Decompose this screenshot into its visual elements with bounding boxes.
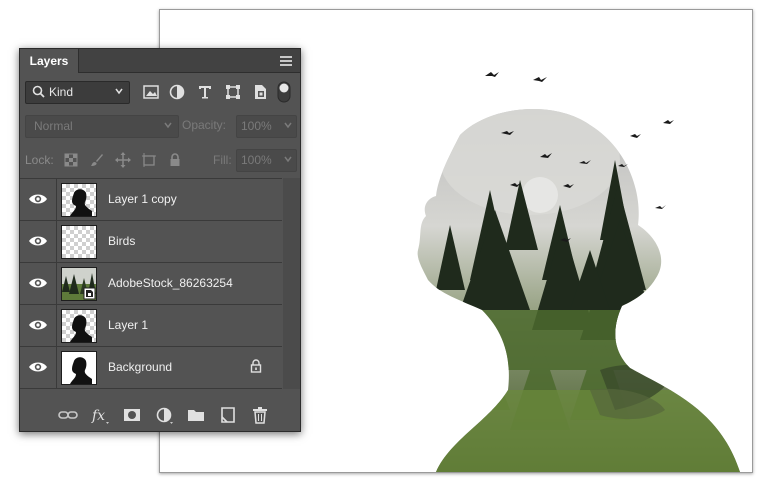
chevron-down-icon xyxy=(284,156,292,163)
filter-kind-select[interactable]: Kind xyxy=(25,81,130,104)
adjustment-layer-filter-icon[interactable] xyxy=(168,83,186,101)
lock-all-icon[interactable] xyxy=(167,152,183,168)
trash-icon[interactable] xyxy=(250,405,270,425)
filter-row: Kind xyxy=(25,81,295,104)
layer-thumbnail xyxy=(61,309,97,343)
layer-row[interactable]: Birds xyxy=(20,221,282,263)
layers-scrollbar[interactable] xyxy=(283,178,300,389)
lock-label: Lock: xyxy=(25,153,54,167)
lock-row: Lock: Fill: 100% xyxy=(25,149,297,172)
blend-mode-select[interactable]: Normal xyxy=(25,115,179,138)
eye-visibility-icon[interactable] xyxy=(28,318,48,332)
lock-image-pixels-icon[interactable] xyxy=(89,152,105,168)
layer-row[interactable]: Background xyxy=(20,347,282,389)
pixel-layer-filter-icon[interactable] xyxy=(142,83,160,101)
eye-visibility-icon[interactable] xyxy=(28,276,48,290)
adjustment-layer-icon[interactable] xyxy=(154,405,174,425)
shape-layer-filter-icon[interactable] xyxy=(224,83,242,101)
opacity-field[interactable]: 100% xyxy=(236,115,297,138)
layer-mask-icon[interactable] xyxy=(122,405,142,425)
blend-mode-value: Normal xyxy=(34,119,73,133)
layer-thumbnail xyxy=(61,351,97,385)
layer-thumbnail xyxy=(61,225,97,259)
layer-name: AdobeStock_86263254 xyxy=(108,276,233,290)
eye-visibility-icon[interactable] xyxy=(28,192,48,206)
panel-menu-icon[interactable] xyxy=(280,56,292,66)
eye-visibility-icon[interactable] xyxy=(28,360,48,374)
layer-thumbnail xyxy=(61,267,97,301)
layer-name: Layer 1 xyxy=(108,318,149,332)
new-group-icon[interactable] xyxy=(186,405,206,425)
layer-name: Layer 1 copy xyxy=(108,192,177,206)
search-icon xyxy=(32,85,45,98)
panel-tab-bar: Layers xyxy=(20,49,300,73)
layers-panel: Layers Kind Normal Opacity: 100% Lock: F… xyxy=(19,48,301,432)
chevron-down-icon xyxy=(164,122,172,129)
lock-transparent-pixels-icon[interactable] xyxy=(63,152,79,168)
layer-row[interactable]: Layer 1 xyxy=(20,305,282,347)
layer-row[interactable]: Layer 1 copy xyxy=(20,179,282,221)
link-layers-icon[interactable] xyxy=(58,405,78,425)
divider xyxy=(56,179,57,220)
fill-field[interactable]: 100% xyxy=(236,149,297,172)
smart-object-filter-icon[interactable] xyxy=(251,83,269,101)
layer-thumbnail xyxy=(61,183,97,217)
divider xyxy=(56,221,57,262)
layer-name: Background xyxy=(108,360,173,374)
divider xyxy=(56,305,57,346)
chevron-down-icon xyxy=(284,122,292,129)
lock-icon[interactable] xyxy=(250,359,262,373)
tab-layers[interactable]: Layers xyxy=(20,49,79,73)
divider xyxy=(56,263,57,304)
new-layer-icon[interactable] xyxy=(218,405,238,425)
panel-footer: fx xyxy=(20,399,300,431)
fill-label: Fill: xyxy=(213,153,232,167)
layer-name: Birds xyxy=(108,234,136,248)
chevron-down-icon xyxy=(115,88,123,95)
layers-list: Layer 1 copy Birds AdobeStock_86263254 L… xyxy=(20,178,282,390)
layer-row[interactable]: AdobeStock_86263254 xyxy=(20,263,282,305)
svg-text:fx: fx xyxy=(91,408,105,424)
silhouette-thumbnail-icon xyxy=(70,315,92,342)
fill-value: 100% xyxy=(241,153,272,167)
fx-icon[interactable]: fx xyxy=(90,405,110,425)
opacity-value: 100% xyxy=(241,119,272,133)
blend-row: Normal Opacity: 100% xyxy=(25,115,297,138)
silhouette-thumbnail-icon xyxy=(70,357,92,384)
divider xyxy=(56,347,57,388)
filter-kind-label: Kind xyxy=(49,85,74,99)
silhouette-thumbnail-icon xyxy=(70,189,92,216)
filter-toggle-icon[interactable] xyxy=(277,81,291,103)
opacity-label: Opacity: xyxy=(182,118,227,132)
type-layer-filter-icon[interactable] xyxy=(196,83,214,101)
lock-position-icon[interactable] xyxy=(115,152,131,168)
lock-artboard-icon[interactable] xyxy=(141,152,157,168)
eye-visibility-icon[interactable] xyxy=(28,234,48,248)
forest-thumbnail-icon xyxy=(62,268,96,300)
